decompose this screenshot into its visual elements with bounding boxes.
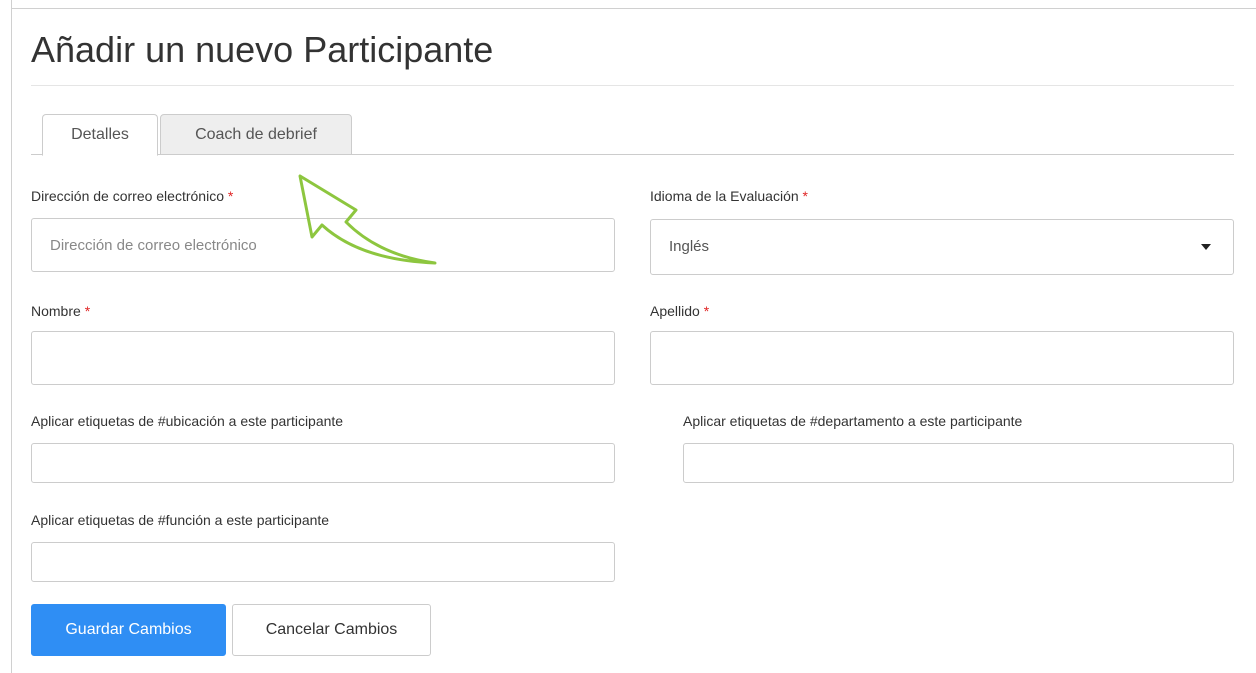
function-tags-input[interactable]: [31, 542, 615, 582]
department-tags-input[interactable]: [683, 443, 1234, 483]
first-name-label-text: Nombre: [31, 303, 81, 319]
caret-down-icon: [1201, 244, 1211, 250]
tab-coach-de-debrief[interactable]: Coach de debrief: [160, 114, 352, 155]
required-marker: *: [84, 303, 91, 319]
page-title: Añadir un nuevo Participante: [31, 29, 494, 70]
location-tags-input[interactable]: [31, 443, 615, 483]
top-strip-line: [11, 8, 1256, 9]
curved-arrow-icon: [298, 174, 437, 265]
required-marker: *: [703, 303, 710, 319]
last-name-label-text: Apellido: [650, 303, 700, 319]
language-label-text: Idioma de la Evaluación: [650, 188, 799, 204]
cancel-changes-button[interactable]: Cancelar Cambios: [232, 604, 431, 656]
language-label: Idioma de la Evaluación *: [650, 187, 808, 205]
tab-bar: Detalles Coach de debrief: [31, 114, 1234, 156]
required-marker: *: [802, 188, 808, 204]
required-marker: *: [227, 188, 234, 204]
location-tags-label: Aplicar etiquetas de #ubicación a este p…: [31, 413, 344, 429]
add-participant-page: Añadir un nuevo Participante Detalles Co…: [0, 0, 1256, 673]
function-tags-label: Aplicar etiquetas de #función a este par…: [31, 512, 330, 528]
left-border: [11, 0, 12, 673]
language-selected-value: Inglés: [669, 238, 710, 255]
language-select[interactable]: Inglés: [650, 219, 1234, 275]
last-name-input[interactable]: [650, 331, 1234, 385]
last-name-label: Apellido *: [650, 302, 709, 320]
email-label: Dirección de correo electrónico *: [31, 187, 233, 205]
title-divider: [31, 85, 1234, 86]
first-name-input[interactable]: [31, 331, 615, 385]
top-strip: [0, 0, 1256, 9]
tab-detalles[interactable]: Detalles: [42, 114, 158, 156]
first-name-label: Nombre *: [31, 302, 90, 320]
email-label-text: Dirección de correo electrónico: [31, 188, 224, 204]
department-tags-label: Aplicar etiquetas de #departamento a est…: [683, 413, 1023, 429]
save-changes-button[interactable]: Guardar Cambios: [31, 604, 226, 656]
